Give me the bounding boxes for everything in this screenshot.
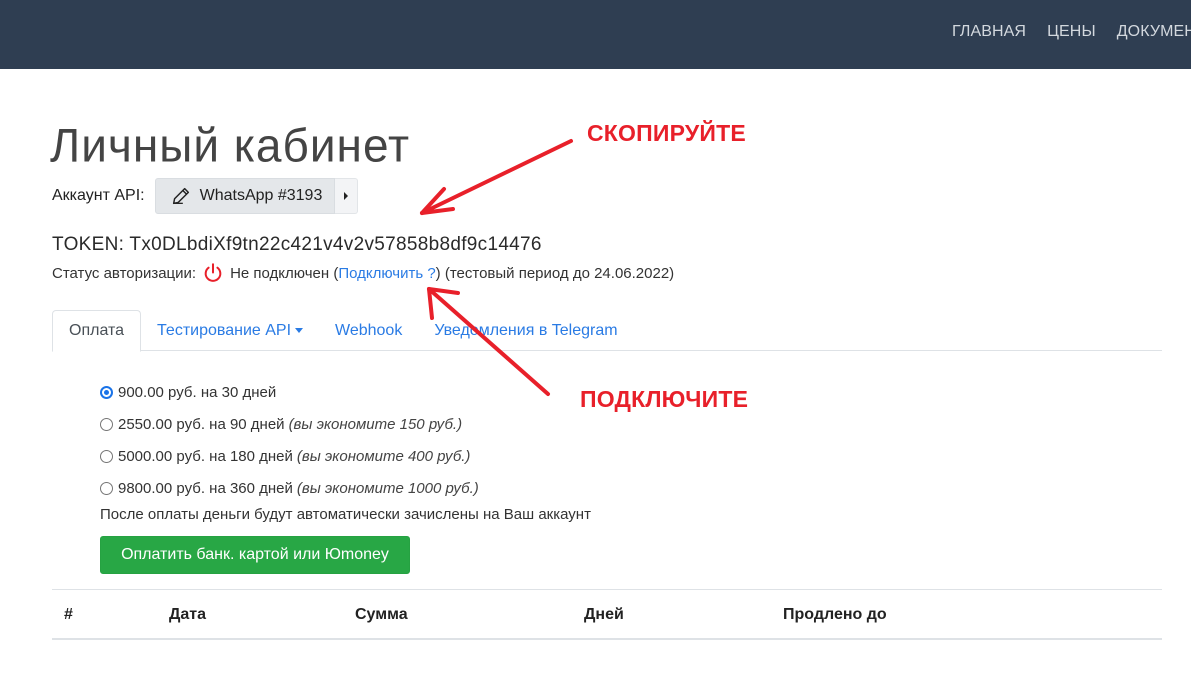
status-value: Не подключен (: [230, 264, 339, 282]
option-label: 5000.00 руб. на 180 дней: [118, 447, 293, 465]
option-savings: (вы экономите 1000 руб.): [296, 479, 479, 497]
tab-label: Уведомления в Telegram: [434, 321, 618, 339]
nav-item-home[interactable]: ГЛАВНАЯ: [952, 23, 1026, 41]
payment-option-180[interactable]: 5000.00 руб. на 180 дней (вы экономите 4…: [100, 440, 479, 472]
account-row: Аккаунт API: WhatsApp #3193: [52, 178, 359, 214]
api-token: TOKEN: Tx0DLbdiXf9tn22c421v4v2v57858b8df…: [52, 234, 542, 255]
option-savings: (вы экономите 150 руб.): [288, 415, 463, 433]
option-label: 2550.00 руб. на 90 дней: [118, 415, 285, 433]
caret-right-icon: [344, 192, 349, 200]
auth-status: Статус авторизации: Не подключен (Подклю…: [52, 262, 674, 284]
trial-period: ) (тестовый период до 24.06.2022): [435, 264, 675, 282]
tab-telegram[interactable]: Уведомления в Telegram: [418, 310, 633, 351]
radio-button[interactable]: [100, 449, 113, 463]
option-savings: (вы экономите 400 руб.): [296, 447, 471, 465]
arrow-to-token-icon: [420, 139, 573, 215]
tab-label: Оплата: [69, 322, 125, 339]
account-select-button[interactable]: WhatsApp #3193: [154, 178, 336, 214]
tab-webhook[interactable]: Webhook: [319, 310, 418, 351]
pay-button[interactable]: Оплатить банк. картой или Юmoney: [100, 536, 410, 574]
account-dropdown-toggle[interactable]: [335, 178, 359, 214]
account-label: Аккаунт API:: [52, 187, 145, 204]
payment-option-90[interactable]: 2550.00 руб. на 90 дней (вы экономите 15…: [100, 408, 479, 440]
column-header-extended-until: Продлено до: [783, 606, 887, 623]
option-label: 900.00 руб. на 30 дней: [118, 383, 277, 401]
annotation-copy: СКОПИРУЙТЕ: [587, 120, 746, 146]
tabs: Оплата Тестирование API Webhook Уведомле…: [52, 310, 1162, 352]
tab-label: Тестирование API: [157, 321, 292, 339]
radio-button[interactable]: [100, 385, 113, 399]
tab-payment[interactable]: Оплата: [52, 310, 142, 352]
payment-note: После оплаты деньги будут автоматически …: [100, 506, 591, 523]
column-header-amount: Сумма: [355, 606, 408, 623]
power-icon: [202, 262, 224, 284]
nav-item-prices[interactable]: ЦЕНЫ: [1047, 23, 1096, 41]
caret-down-icon: [295, 328, 304, 333]
page-title: Личный кабинет: [50, 118, 411, 172]
radio-button[interactable]: [100, 417, 113, 431]
tab-label: Webhook: [335, 321, 403, 339]
nav-item-docs[interactable]: ДОКУМЕНТ: [1117, 23, 1191, 41]
tab-api-testing[interactable]: Тестирование API: [141, 310, 319, 351]
account-button-group: WhatsApp #3193: [154, 178, 359, 214]
connect-link[interactable]: Подключить ?: [338, 265, 435, 282]
account-select-label: WhatsApp #3193: [199, 187, 323, 204]
payment-options: 900.00 руб. на 30 дней 2550.00 руб. на 9…: [100, 376, 479, 504]
annotation-connect: ПОДКЛЮЧИТЕ: [580, 386, 749, 412]
pencil-icon: [172, 187, 189, 205]
radio-button[interactable]: [100, 481, 113, 495]
status-label: Статус авторизации:: [52, 264, 197, 282]
column-header-days: Дней: [584, 606, 624, 623]
payment-option-360[interactable]: 9800.00 руб. на 360 дней (вы экономите 1…: [100, 472, 479, 504]
column-header-number: #: [64, 606, 73, 623]
payment-option-30[interactable]: 900.00 руб. на 30 дней: [100, 376, 479, 408]
top-navbar: ГЛАВНАЯ ЦЕНЫ ДОКУМЕНТ: [0, 0, 1191, 69]
column-header-date: Дата: [169, 606, 207, 623]
option-label: 9800.00 руб. на 360 дней: [118, 479, 293, 497]
payment-history-table: # Дата Сумма Дней Продлено до: [52, 589, 1162, 640]
nav-menu: ГЛАВНАЯ ЦЕНЫ ДОКУМЕНТ: [952, 0, 1191, 64]
